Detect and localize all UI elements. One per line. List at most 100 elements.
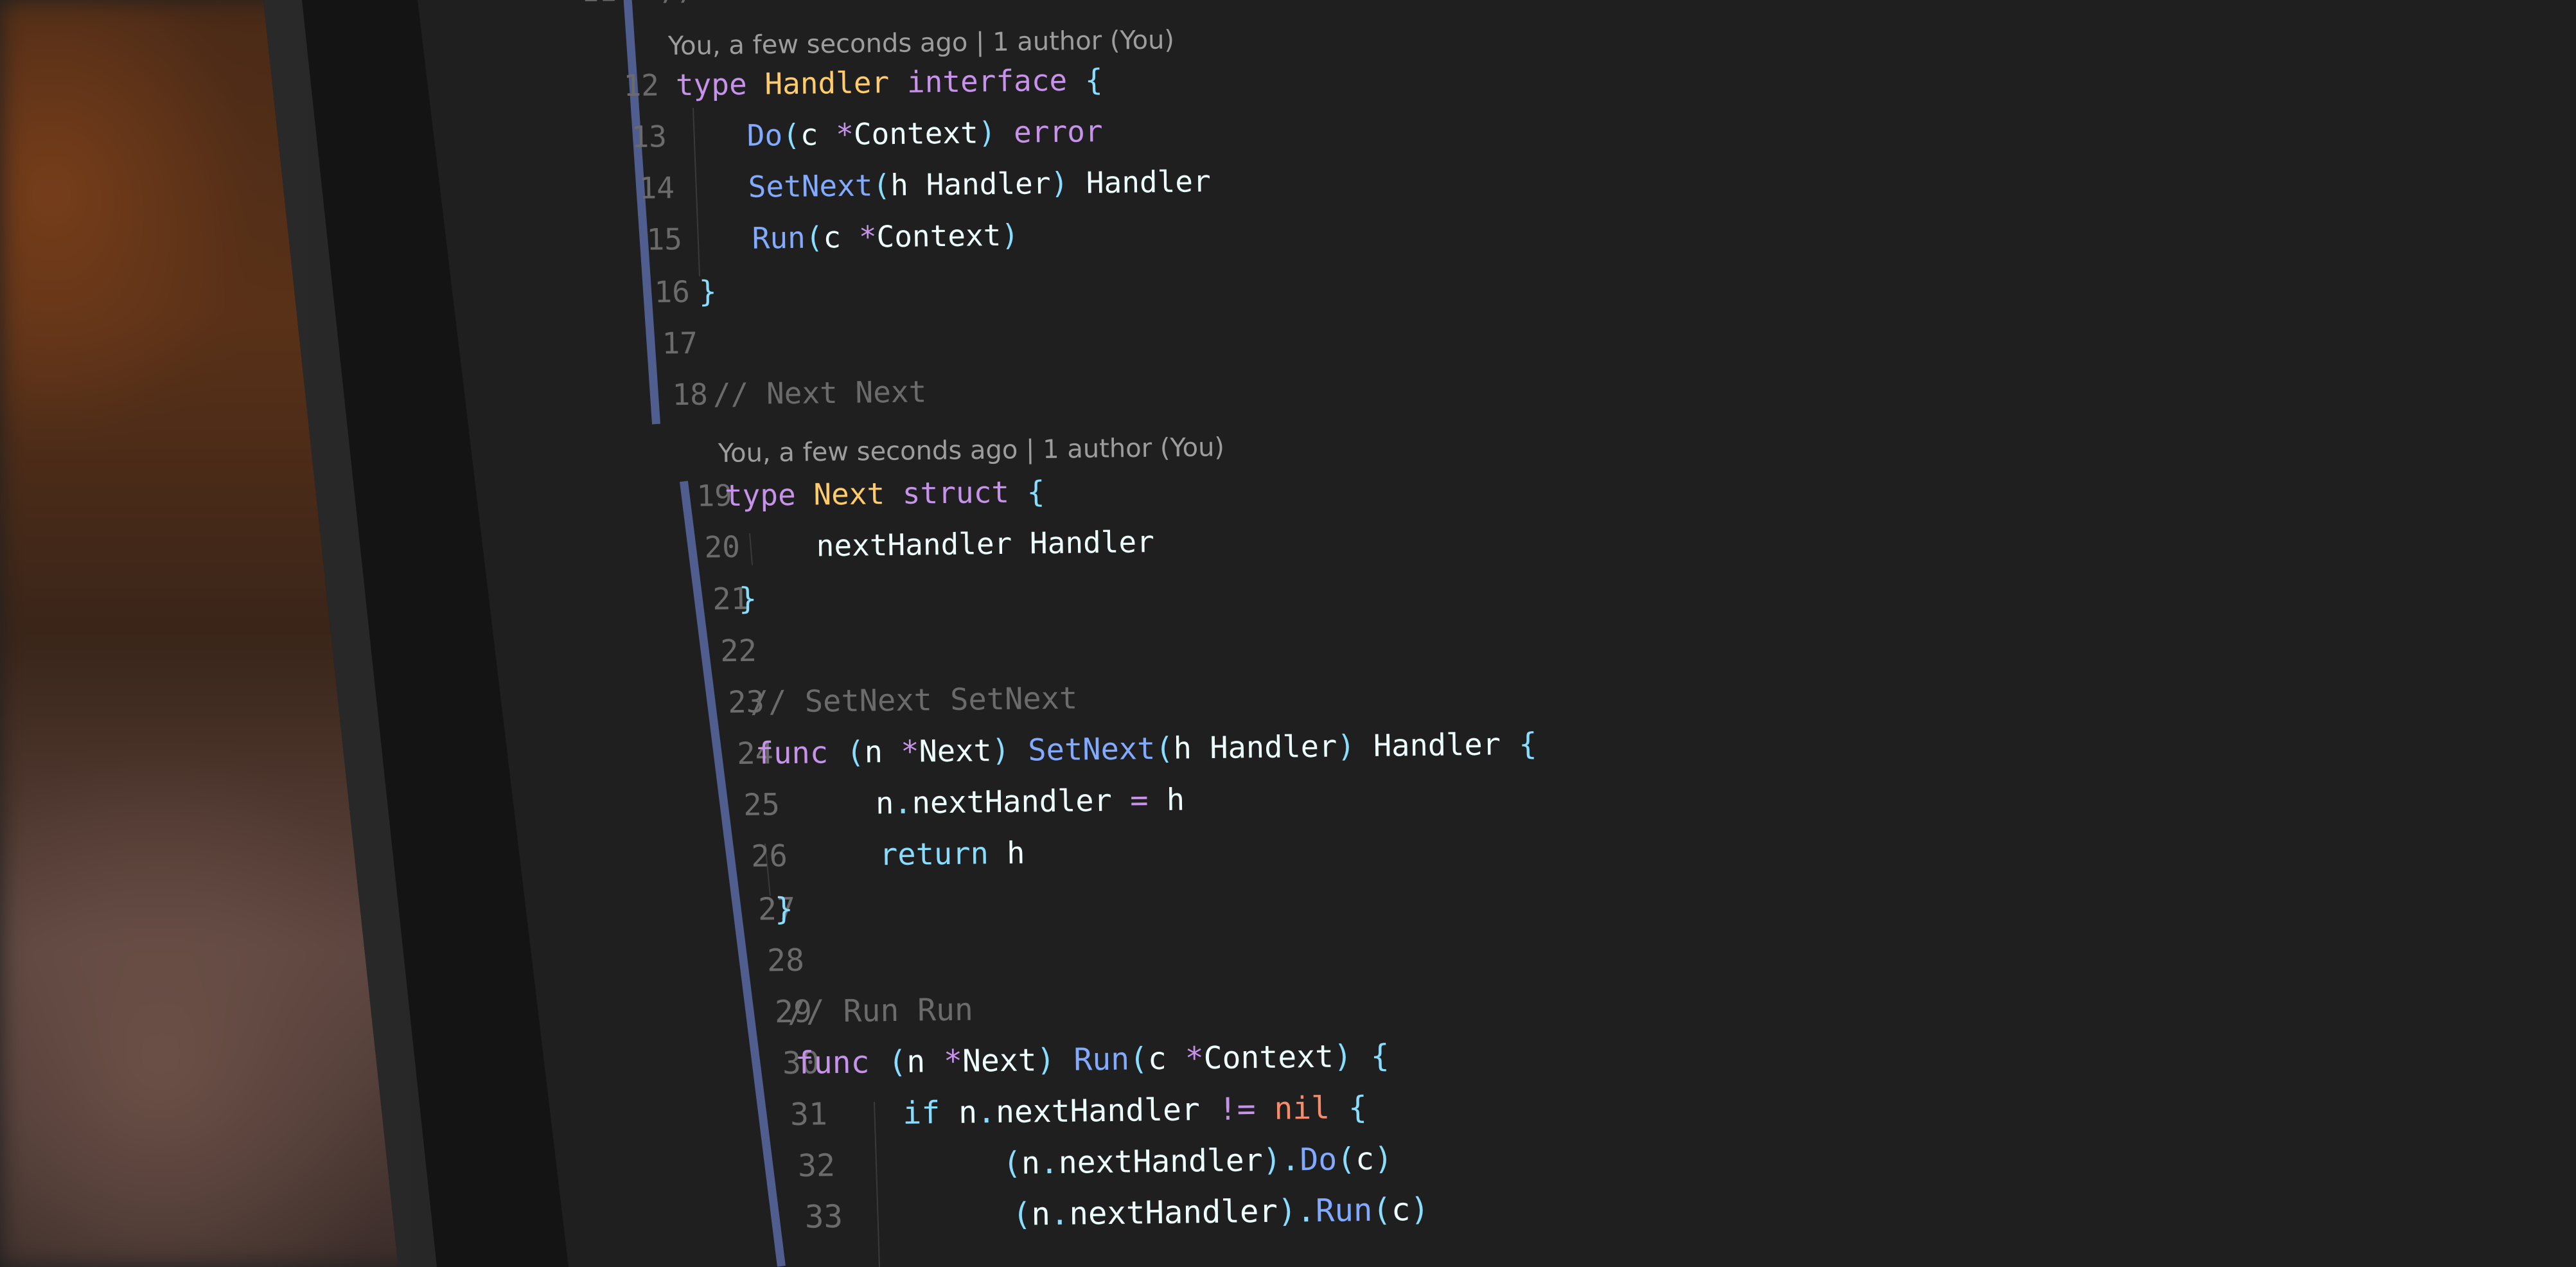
line-number[interactable]: 14 — [604, 165, 675, 211]
code-token: Handler — [1086, 163, 1212, 200]
code-token: = — [1129, 782, 1167, 819]
line-code: (n.nextHandler).Run(c) — [860, 1187, 1430, 1239]
code-token: n — [864, 734, 901, 770]
code-token: c — [1147, 1040, 1186, 1077]
code-token: ( — [1155, 731, 1174, 767]
line-code: func (n *Next) SetNext(h Handler) Handle… — [755, 722, 1537, 777]
code-token: . — [1050, 1195, 1070, 1233]
code-token: ) — [1410, 1191, 1430, 1228]
line-number[interactable]: 31 — [756, 1092, 827, 1137]
line-number[interactable]: 28 — [733, 938, 804, 984]
line-code: // SetNext SetNext — [750, 677, 1078, 725]
line-number[interactable]: 15 — [612, 217, 683, 262]
code-token: n — [906, 1043, 944, 1080]
code-token: h — [1006, 835, 1025, 871]
line-code: // Run Run — [787, 987, 974, 1034]
line-number[interactable]: 16 — [619, 269, 691, 315]
code-token: { — [1084, 62, 1103, 98]
line-code: Run(c *Context) — [680, 213, 1019, 261]
line-code: nextHandler Handler — [745, 519, 1154, 569]
code-token: ) — [1373, 1140, 1393, 1177]
code-token: error — [1013, 114, 1103, 150]
code-token: type — [675, 66, 765, 103]
git-blame-annotation[interactable]: You, a few seconds ago | 1 author (You) — [718, 428, 1225, 473]
code-token: * — [835, 116, 854, 152]
code-token: } — [738, 581, 757, 617]
line-code: SetNext(h Handler) Handler — [676, 159, 1211, 210]
line-number[interactable]: 20 — [669, 524, 740, 570]
code-token: ) — [1337, 728, 1374, 765]
line-number[interactable]: 32 — [764, 1143, 835, 1189]
line-number[interactable]: 25 — [709, 783, 780, 828]
code-token: // Next Next — [712, 374, 927, 412]
line-code: return h — [806, 831, 1025, 879]
code-token: * — [858, 219, 877, 254]
code-token: nextHandler Handler — [745, 524, 1155, 564]
code-token: ) — [1036, 1041, 1074, 1079]
code-token: ) — [978, 114, 1014, 150]
code-token: h Handler — [890, 166, 1051, 203]
code-token: h — [1166, 782, 1185, 818]
line-code: // Handler Handler — [661, 0, 982, 12]
code-token: ( — [1129, 1041, 1149, 1077]
line-code: func (n *Next) Run(c *Context) { — [795, 1034, 1389, 1086]
code-token: ( — [1372, 1191, 1392, 1228]
code-token: h Handler — [1173, 729, 1337, 766]
code-token: Run — [1073, 1041, 1130, 1078]
line-number[interactable]: 19 — [661, 473, 732, 518]
code-token: if — [828, 1094, 959, 1133]
line-number[interactable]: 18 — [637, 372, 708, 418]
code-token: != — [1218, 1090, 1275, 1128]
line-code: if n.nextHandler != nil { — [828, 1085, 1367, 1137]
line-number[interactable]: 22 — [685, 629, 757, 675]
line-code: // Next Next — [712, 369, 927, 416]
code-token: . — [1039, 1144, 1059, 1182]
line-number[interactable]: 33 — [772, 1194, 843, 1240]
code-token: . — [894, 785, 913, 821]
code-token: func — [795, 1044, 888, 1081]
line-number[interactable]: 13 — [596, 114, 667, 159]
code-token: c — [1391, 1191, 1411, 1228]
code-token: ( — [805, 220, 824, 255]
code-token: Handler — [764, 64, 908, 102]
line-code: type Next struct { — [724, 469, 1045, 518]
code-token: ( — [1336, 1141, 1356, 1178]
code-token: c — [823, 219, 860, 255]
code-token: Handler — [1373, 727, 1519, 764]
code-token: ( — [872, 168, 891, 203]
code-token: { — [1348, 1090, 1368, 1126]
code-token: ). — [1277, 1192, 1316, 1230]
line-number[interactable]: 17 — [626, 321, 698, 366]
code-token: * — [900, 734, 919, 770]
code-token: Do — [675, 118, 783, 154]
code-token: n — [802, 786, 894, 822]
code-token: // Run Run — [787, 991, 974, 1031]
code-token: c — [1355, 1140, 1375, 1178]
line-code: Do(c *Context) error — [675, 109, 1103, 159]
code-token: Run — [680, 220, 806, 257]
code-token: ( — [782, 117, 801, 153]
code-token: SetNext — [1027, 731, 1156, 768]
code-token: func — [755, 734, 847, 772]
line-number[interactable]: 12 — [588, 62, 660, 108]
code-token: Context — [1203, 1038, 1334, 1077]
code-token: // SetNext SetNext — [750, 680, 1078, 720]
code-token: c — [800, 117, 836, 152]
code-token: n — [1031, 1196, 1051, 1233]
code-token: ) — [1001, 217, 1019, 253]
code-token: Context — [876, 217, 1001, 254]
line-number[interactable]: 11 — [546, 0, 617, 14]
code-token: type — [724, 477, 814, 513]
code-token: { — [1027, 474, 1045, 509]
code-token: ). — [1262, 1142, 1300, 1178]
code-token: n — [1021, 1145, 1041, 1182]
code-token: { — [1370, 1038, 1389, 1074]
code-token: } — [698, 274, 717, 309]
line-code: (n.nextHandler).Do(c) — [854, 1137, 1393, 1188]
code-token: . — [976, 1094, 996, 1131]
code-token: nextHandler — [995, 1091, 1219, 1131]
line-code: n.nextHandler = h — [802, 777, 1185, 827]
code-token: ( — [860, 1196, 1032, 1235]
line-number[interactable]: 26 — [716, 834, 788, 880]
code-token: // Handler Handler — [662, 0, 982, 7]
